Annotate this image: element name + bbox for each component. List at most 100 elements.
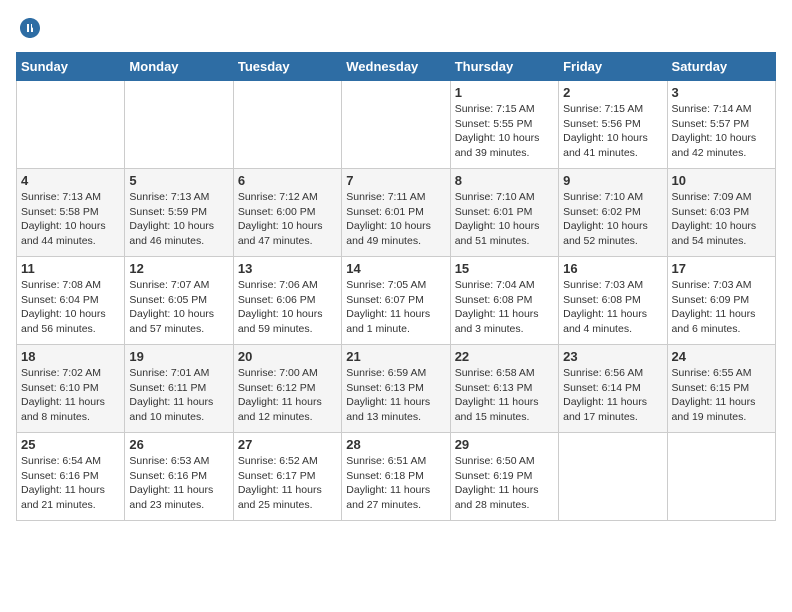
calendar-cell: 5 Sunrise: 7:13 AM Sunset: 5:59 PM Daylig… — [125, 169, 233, 257]
day-number: 23 — [563, 349, 662, 364]
calendar-week-1: 1 Sunrise: 7:15 AM Sunset: 5:55 PM Daylig… — [17, 81, 776, 169]
calendar-cell: 23 Sunrise: 6:56 AM Sunset: 6:14 PM Dayli… — [559, 345, 667, 433]
day-number: 4 — [21, 173, 120, 188]
calendar-cell: 24 Sunrise: 6:55 AM Sunset: 6:15 PM Dayli… — [667, 345, 775, 433]
day-info: Sunrise: 7:06 AM Sunset: 6:06 PM Dayligh… — [238, 278, 337, 337]
day-info: Sunrise: 7:15 AM Sunset: 5:56 PM Dayligh… — [563, 102, 662, 161]
calendar-cell — [17, 81, 125, 169]
day-number: 25 — [21, 437, 120, 452]
calendar-cell: 18 Sunrise: 7:02 AM Sunset: 6:10 PM Dayli… — [17, 345, 125, 433]
logo-icon — [18, 16, 42, 40]
calendar-cell: 7 Sunrise: 7:11 AM Sunset: 6:01 PM Daylig… — [342, 169, 450, 257]
calendar-cell — [559, 433, 667, 521]
day-info: Sunrise: 7:02 AM Sunset: 6:10 PM Dayligh… — [21, 366, 120, 425]
day-number: 6 — [238, 173, 337, 188]
calendar-cell: 25 Sunrise: 6:54 AM Sunset: 6:16 PM Dayli… — [17, 433, 125, 521]
header-saturday: Saturday — [667, 53, 775, 81]
day-number: 9 — [563, 173, 662, 188]
day-info: Sunrise: 6:56 AM Sunset: 6:14 PM Dayligh… — [563, 366, 662, 425]
day-info: Sunrise: 7:10 AM Sunset: 6:02 PM Dayligh… — [563, 190, 662, 249]
calendar-week-4: 18 Sunrise: 7:02 AM Sunset: 6:10 PM Dayli… — [17, 345, 776, 433]
calendar-cell: 26 Sunrise: 6:53 AM Sunset: 6:16 PM Dayli… — [125, 433, 233, 521]
header-tuesday: Tuesday — [233, 53, 341, 81]
day-info: Sunrise: 6:54 AM Sunset: 6:16 PM Dayligh… — [21, 454, 120, 513]
day-info: Sunrise: 7:07 AM Sunset: 6:05 PM Dayligh… — [129, 278, 228, 337]
day-info: Sunrise: 6:50 AM Sunset: 6:19 PM Dayligh… — [455, 454, 554, 513]
day-number: 15 — [455, 261, 554, 276]
day-info: Sunrise: 7:03 AM Sunset: 6:08 PM Dayligh… — [563, 278, 662, 337]
calendar-cell — [233, 81, 341, 169]
day-number: 3 — [672, 85, 771, 100]
calendar-cell: 17 Sunrise: 7:03 AM Sunset: 6:09 PM Dayli… — [667, 257, 775, 345]
day-number: 22 — [455, 349, 554, 364]
logo — [16, 16, 42, 40]
header-monday: Monday — [125, 53, 233, 81]
day-number: 18 — [21, 349, 120, 364]
calendar-cell: 29 Sunrise: 6:50 AM Sunset: 6:19 PM Dayli… — [450, 433, 558, 521]
day-info: Sunrise: 7:10 AM Sunset: 6:01 PM Dayligh… — [455, 190, 554, 249]
calendar-cell: 3 Sunrise: 7:14 AM Sunset: 5:57 PM Daylig… — [667, 81, 775, 169]
calendar-cell — [667, 433, 775, 521]
calendar-cell: 15Sunrise: 7:04 AM Sunset: 6:08 PM Dayli… — [450, 257, 558, 345]
header-friday: Friday — [559, 53, 667, 81]
day-info: Sunrise: 7:11 AM Sunset: 6:01 PM Dayligh… — [346, 190, 445, 249]
day-info: Sunrise: 7:05 AM Sunset: 6:07 PM Dayligh… — [346, 278, 445, 337]
day-number: 19 — [129, 349, 228, 364]
calendar-cell — [125, 81, 233, 169]
calendar-table: SundayMondayTuesdayWednesdayThursdayFrid… — [16, 52, 776, 521]
day-info: Sunrise: 6:58 AM Sunset: 6:13 PM Dayligh… — [455, 366, 554, 425]
day-info: Sunrise: 7:15 AM Sunset: 5:55 PM Dayligh… — [455, 102, 554, 161]
day-info: Sunrise: 7:00 AM Sunset: 6:12 PM Dayligh… — [238, 366, 337, 425]
calendar-cell: 16Sunrise: 7:03 AM Sunset: 6:08 PM Dayli… — [559, 257, 667, 345]
calendar-week-2: 4 Sunrise: 7:13 AM Sunset: 5:58 PM Daylig… — [17, 169, 776, 257]
calendar-cell: 9 Sunrise: 7:10 AM Sunset: 6:02 PM Daylig… — [559, 169, 667, 257]
day-info: Sunrise: 7:13 AM Sunset: 5:58 PM Dayligh… — [21, 190, 120, 249]
day-info: Sunrise: 6:55 AM Sunset: 6:15 PM Dayligh… — [672, 366, 771, 425]
page-header — [16, 16, 776, 40]
calendar-cell: 22 Sunrise: 6:58 AM Sunset: 6:13 PM Dayli… — [450, 345, 558, 433]
calendar-cell: 12Sunrise: 7:07 AM Sunset: 6:05 PM Dayli… — [125, 257, 233, 345]
calendar-cell: 28 Sunrise: 6:51 AM Sunset: 6:18 PM Dayli… — [342, 433, 450, 521]
day-number: 29 — [455, 437, 554, 452]
day-number: 26 — [129, 437, 228, 452]
day-info: Sunrise: 6:52 AM Sunset: 6:17 PM Dayligh… — [238, 454, 337, 513]
day-number: 11 — [21, 261, 120, 276]
calendar-cell: 19 Sunrise: 7:01 AM Sunset: 6:11 PM Dayli… — [125, 345, 233, 433]
day-number: 8 — [455, 173, 554, 188]
calendar-cell: 14 Sunrise: 7:05 AM Sunset: 6:07 PM Dayli… — [342, 257, 450, 345]
calendar-cell: 13 Sunrise: 7:06 AM Sunset: 6:06 PM Dayli… — [233, 257, 341, 345]
day-info: Sunrise: 7:01 AM Sunset: 6:11 PM Dayligh… — [129, 366, 228, 425]
day-number: 13 — [238, 261, 337, 276]
calendar-cell: 11 Sunrise: 7:08 AM Sunset: 6:04 PM Dayli… — [17, 257, 125, 345]
calendar-cell: 20 Sunrise: 7:00 AM Sunset: 6:12 PM Dayli… — [233, 345, 341, 433]
day-number: 5 — [129, 173, 228, 188]
day-info: Sunrise: 7:08 AM Sunset: 6:04 PM Dayligh… — [21, 278, 120, 337]
day-info: Sunrise: 7:14 AM Sunset: 5:57 PM Dayligh… — [672, 102, 771, 161]
calendar-cell — [342, 81, 450, 169]
day-info: Sunrise: 6:59 AM Sunset: 6:13 PM Dayligh… — [346, 366, 445, 425]
calendar-week-5: 25 Sunrise: 6:54 AM Sunset: 6:16 PM Dayli… — [17, 433, 776, 521]
day-info: Sunrise: 6:53 AM Sunset: 6:16 PM Dayligh… — [129, 454, 228, 513]
day-info: Sunrise: 7:03 AM Sunset: 6:09 PM Dayligh… — [672, 278, 771, 337]
day-number: 20 — [238, 349, 337, 364]
calendar-cell: 6Sunrise: 7:12 AM Sunset: 6:00 PM Daylig… — [233, 169, 341, 257]
day-number: 10 — [672, 173, 771, 188]
day-number: 2 — [563, 85, 662, 100]
day-number: 1 — [455, 85, 554, 100]
calendar-cell: 8 Sunrise: 7:10 AM Sunset: 6:01 PM Daylig… — [450, 169, 558, 257]
calendar-cell: 27 Sunrise: 6:52 AM Sunset: 6:17 PM Dayli… — [233, 433, 341, 521]
day-number: 24 — [672, 349, 771, 364]
day-number: 28 — [346, 437, 445, 452]
day-number: 21 — [346, 349, 445, 364]
day-info: Sunrise: 6:51 AM Sunset: 6:18 PM Dayligh… — [346, 454, 445, 513]
header-wednesday: Wednesday — [342, 53, 450, 81]
day-number: 7 — [346, 173, 445, 188]
day-number: 27 — [238, 437, 337, 452]
day-number: 14 — [346, 261, 445, 276]
calendar-cell: 2 Sunrise: 7:15 AM Sunset: 5:56 PM Daylig… — [559, 81, 667, 169]
day-info: Sunrise: 7:09 AM Sunset: 6:03 PM Dayligh… — [672, 190, 771, 249]
calendar-cell: 1 Sunrise: 7:15 AM Sunset: 5:55 PM Daylig… — [450, 81, 558, 169]
day-info: Sunrise: 7:13 AM Sunset: 5:59 PM Dayligh… — [129, 190, 228, 249]
calendar-week-3: 11 Sunrise: 7:08 AM Sunset: 6:04 PM Dayli… — [17, 257, 776, 345]
day-number: 17 — [672, 261, 771, 276]
